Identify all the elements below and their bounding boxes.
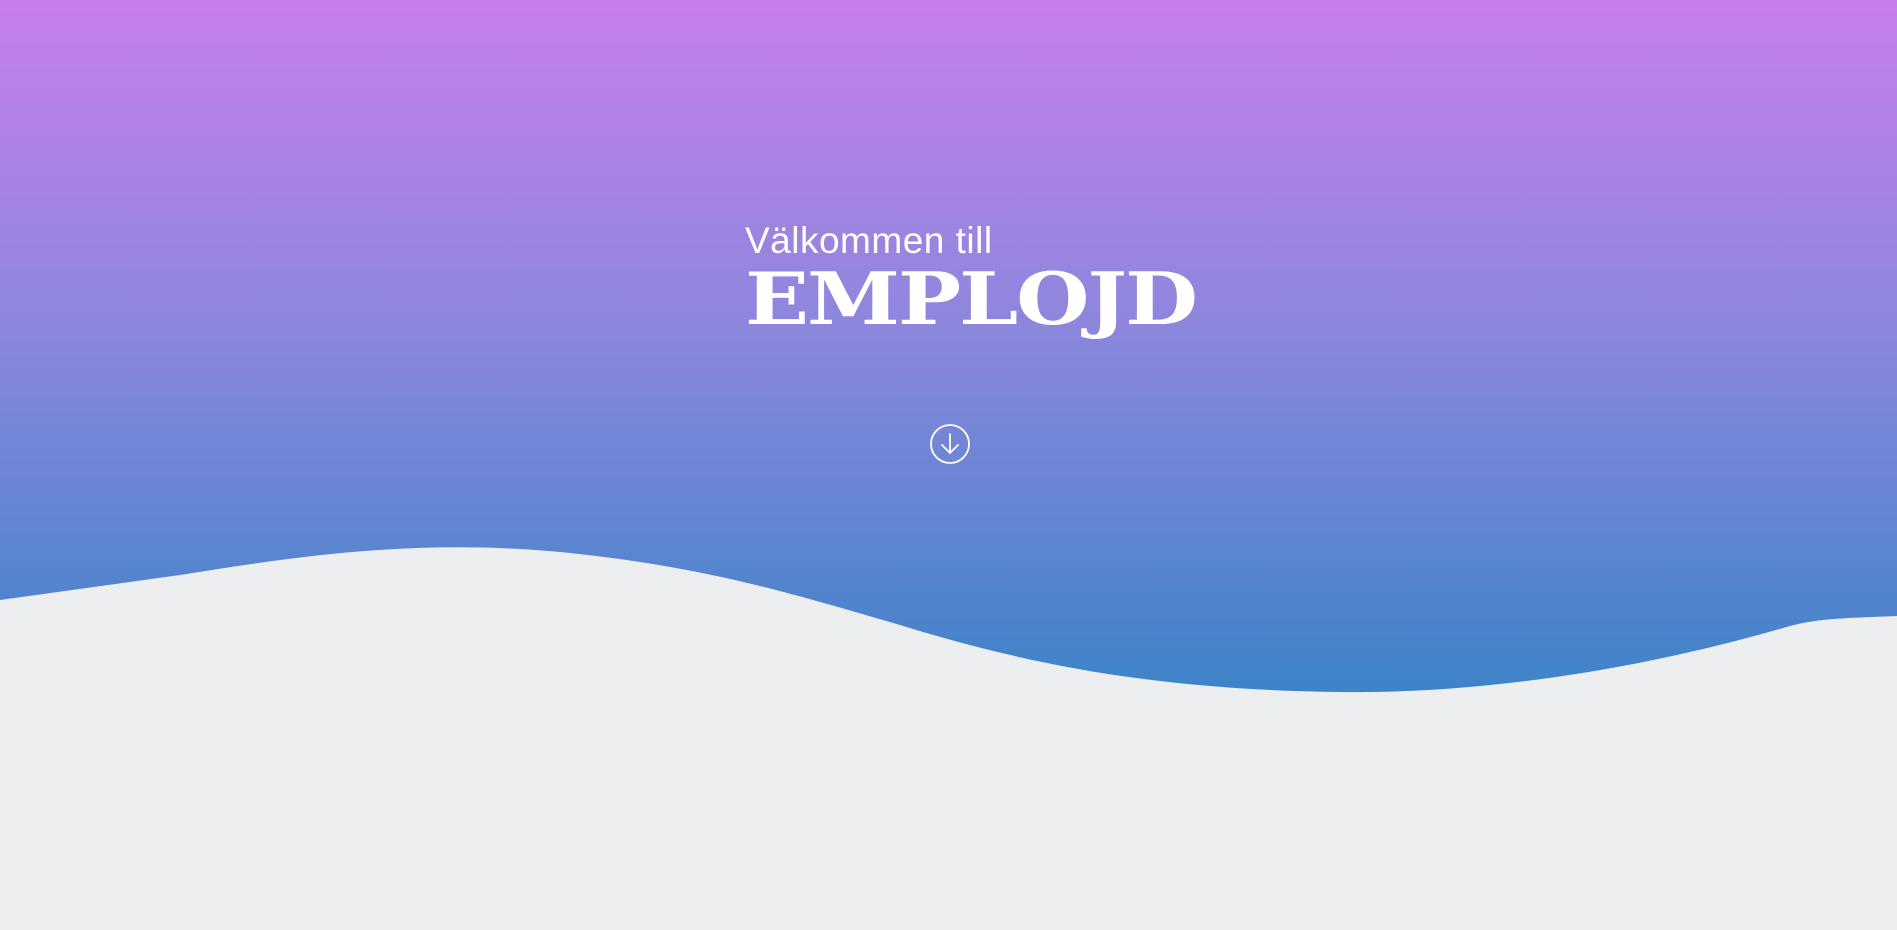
hero-section: Välkommen till EMPLOJD: [0, 0, 1897, 930]
arrow-down-circle-icon: [930, 424, 970, 464]
hero-background: [0, 0, 1897, 930]
welcome-block: Välkommen till EMPLOJD: [745, 218, 1198, 342]
brand-logo: EMPLOJD: [745, 255, 1198, 342]
scroll-down-button[interactable]: [929, 423, 971, 465]
